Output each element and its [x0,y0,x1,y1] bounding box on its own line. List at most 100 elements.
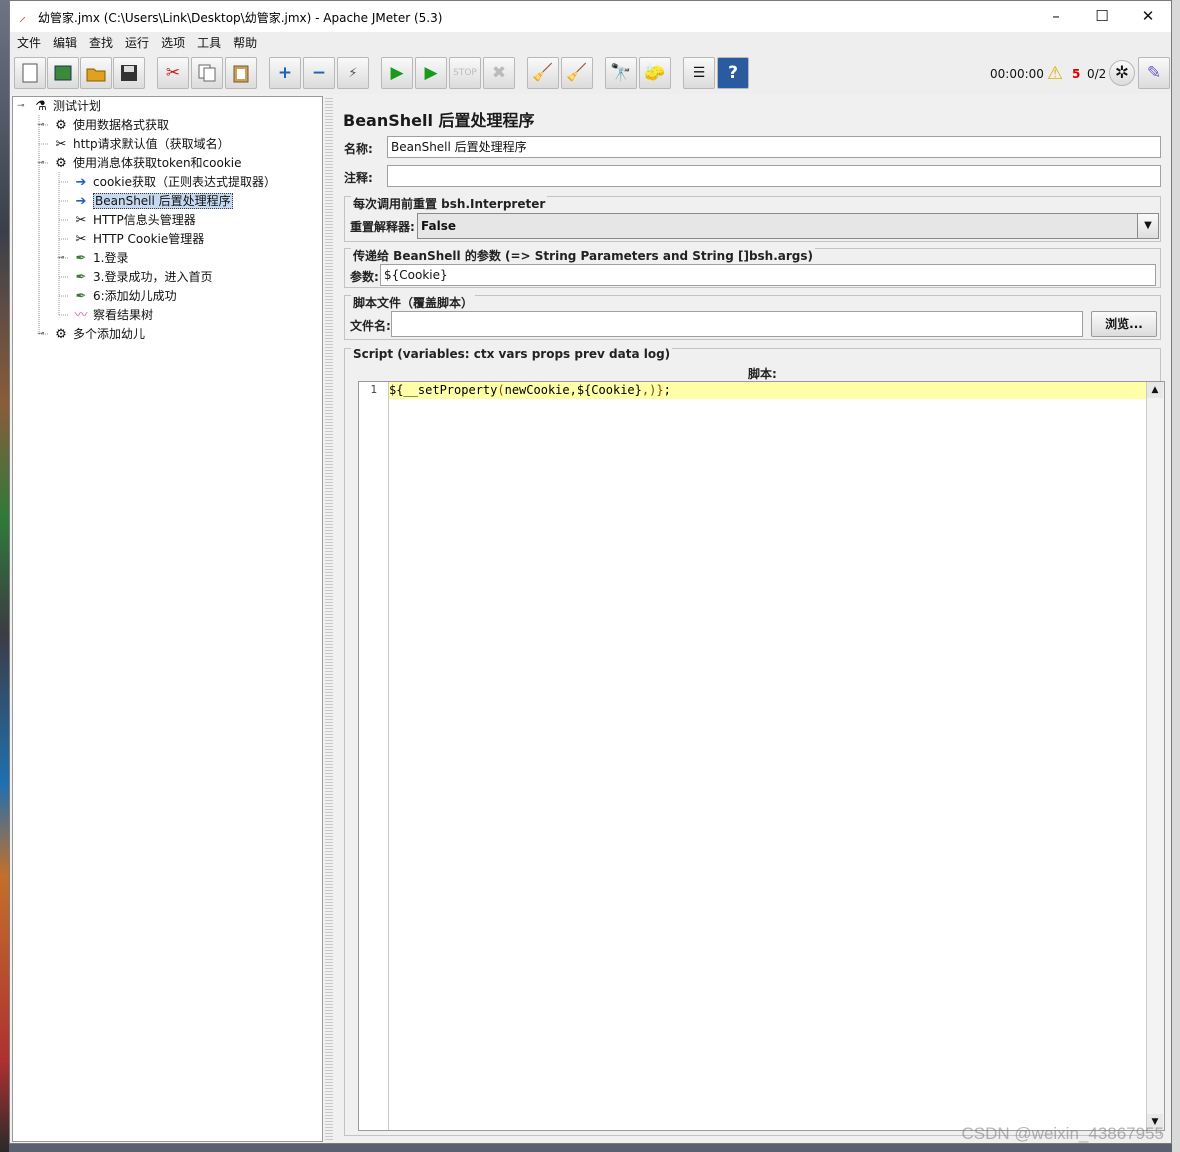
collapse-toggle-icon[interactable]: ⊸ [17,97,25,116]
maximize-button[interactable]: ☐ [1079,1,1125,32]
wrench-icon: ✂ [75,232,87,247]
wrench-icon: ✂ [55,137,67,152]
tree-node-cookie-manager[interactable]: ✂ HTTP Cookie管理器 [72,230,205,249]
group-title: Script (variables: ctx vars props prev d… [351,347,673,361]
active-threads: 0/2 [1087,67,1107,81]
stop-icon[interactable]: STOP [449,57,481,89]
beanshell-postprocessor-panel: BeanShell 后置处理程序 名称: BeanShell 后置处理程序 注释… [335,96,1169,1142]
menu-help[interactable]: 帮助 [227,32,263,51]
search-binoculars-icon[interactable]: 🔭 [605,57,637,89]
split-pane-divider[interactable] [325,96,333,1142]
gear-icon: ⚙ [55,327,67,342]
parameters-group: 传递给 BeanShell 的参数 (=> String Parameters … [344,247,1161,288]
collapse-all-icon[interactable]: − [303,57,335,89]
scroll-up-icon[interactable]: ▲ [1147,382,1163,398]
tree-node-sampler[interactable]: ✒ 3.登录成功，进入首页 [72,268,213,287]
filename-label: 文件名: [350,319,391,333]
clear-icon[interactable]: 🧹 [527,57,559,89]
line-number-gutter: 1 [359,382,389,1130]
tree-node-thread-group[interactable]: ⊸ ⚙ 多个添加幼儿 [36,325,145,344]
elapsed-timer: 00:00:00 [990,67,1044,81]
remote-icon[interactable]: ✲ [1109,60,1135,86]
templates-icon[interactable] [47,57,79,89]
parameters-field[interactable]: ${Cookie} [380,264,1156,286]
menu-edit[interactable]: 编辑 [47,32,83,51]
start-icon[interactable]: ▶ [381,57,413,89]
group-title: 传递给 BeanShell 的参数 (=> String Parameters … [351,247,816,264]
script-editor[interactable]: 1 ${__setProperty(newCookie,${Cookie},)}… [358,381,1165,1131]
tree-node-http-defaults[interactable]: ✂ http请求默认值（获取域名） [52,135,230,154]
tree-node-thread-group[interactable]: ⊸ ⚙ 使用消息体获取token和cookie [36,154,242,173]
expand-toggle-icon[interactable]: ⊸ [57,249,65,268]
minimize-button[interactable]: – [1033,1,1079,32]
start-no-pauses-icon[interactable]: ▶ [415,57,447,89]
menu-file[interactable]: 文件 [11,32,47,51]
pipette-icon: ✒ [75,289,87,304]
clear-all-icon[interactable]: 🧹 [561,57,593,89]
tree-node-thread-group[interactable]: ⊸ ⚙ 使用数据格式获取 [36,116,169,135]
group-title: 每次调用前重置 bsh.Interpreter [351,195,548,212]
script-code-line[interactable]: ${__setProperty(newCookie,${Cookie},)}; [389,383,671,397]
tree-node-beanshell-postprocessor[interactable]: ➔ BeanShell 后置处理程序 [72,192,233,211]
warning-icon[interactable]: ⚠ [1047,63,1063,84]
toolbar: ✂ + − ⚡ ▶ ▶ STOP ✖ 🧹 🧹 🔭 🧽 ☰ ? 00:00:00 … [10,53,1171,94]
close-button[interactable]: ✕ [1125,1,1171,32]
pipette-icon: ✒ [75,270,87,285]
expand-toggle-icon[interactable]: ⊸ [37,116,45,135]
reset-interpreter-select[interactable]: False ▼ [417,213,1159,239]
comment-field[interactable] [387,165,1161,187]
gear-icon: ⚙ [55,156,67,171]
wrench-icon: ✂ [75,213,87,228]
menu-bar: 文件 编辑 查找 运行 选项 工具 帮助 [10,32,1171,52]
menu-search[interactable]: 查找 [83,32,119,51]
menu-tools[interactable]: 工具 [191,32,227,51]
desktop-background-right [1172,0,1180,1152]
post-processor-icon: ➔ [75,194,87,209]
expand-toggle-icon[interactable]: ⊸ [37,325,45,344]
copy-icon[interactable] [191,57,223,89]
test-plan-icon: ⚗ [35,99,47,114]
post-processor-icon: ➔ [75,175,87,190]
reset-interpreter-group: 每次调用前重置 bsh.Interpreter 重置解释器: False ▼ [344,195,1161,242]
jmeter-feather-icon: ⸝ [19,9,26,25]
filename-field[interactable] [391,311,1083,337]
open-icon[interactable] [80,57,112,89]
shutdown-icon[interactable]: ✖ [483,57,515,89]
tree-node-test-plan[interactable]: ⊸ ⚗ 测试计划 [16,97,101,116]
editor-scrollbar[interactable]: ▲ ▼ [1146,382,1164,1130]
collapse-toggle-icon[interactable]: ⊸ [37,154,45,173]
window-title: 幼管家.jmx (C:\Users\Link\Desktop\幼管家.jmx) … [38,11,443,25]
function-helper-icon[interactable]: ☰ [683,57,715,89]
tree-node-regex-extractor[interactable]: ➔ cookie获取（正则表达式提取器） [72,173,276,192]
gear-icon: ⚙ [55,118,67,133]
new-icon[interactable] [14,57,46,89]
chevron-down-icon[interactable]: ▼ [1137,214,1158,238]
tree-node-sampler[interactable]: ✒ 6:添加幼儿成功 [72,287,177,306]
reset-search-icon[interactable]: 🧽 [639,57,671,89]
desktop-background [0,0,9,1152]
pipette-icon: ✒ [75,251,87,266]
tree-node-header-manager[interactable]: ✂ HTTP信息头管理器 [72,211,196,230]
menu-options[interactable]: 选项 [155,32,191,51]
toggle-icon[interactable]: ⚡ [337,57,369,89]
expand-all-icon[interactable]: + [269,57,301,89]
comment-label: 注释: [344,171,373,185]
cut-icon[interactable]: ✂ [157,57,189,89]
browse-button[interactable]: 浏览... [1091,311,1157,337]
test-plan-tree[interactable]: ⊸ ⚗ 测试计划 ⊸ ⚙ 使用数据格式获取 ✂ http请求默认值（获取域名） ⊸ ⚙… [12,96,323,1142]
save-icon[interactable] [113,57,145,89]
params-label: 参数: [350,270,379,284]
tree-node-sampler[interactable]: ⊸ ✒ 1.登录 [56,249,128,268]
panel-title: BeanShell 后置处理程序 [343,111,535,130]
menu-run[interactable]: 运行 [119,32,155,51]
log-viewer-icon[interactable]: ✎ [1138,57,1170,89]
help-icon[interactable]: ? [717,57,749,89]
paste-icon[interactable] [225,57,257,89]
jmeter-window: ⸝ 幼管家.jmx (C:\Users\Link\Desktop\幼管家.jmx… [9,0,1172,1144]
line-number: 1 [370,383,377,396]
tree-node-results-tree[interactable]: 〰察看结果树 [72,306,153,325]
name-field[interactable]: BeanShell 后置处理程序 [387,136,1161,158]
script-label: 脚本: [748,367,777,381]
name-label: 名称: [344,142,373,156]
reset-label: 重置解释器: [350,220,415,234]
